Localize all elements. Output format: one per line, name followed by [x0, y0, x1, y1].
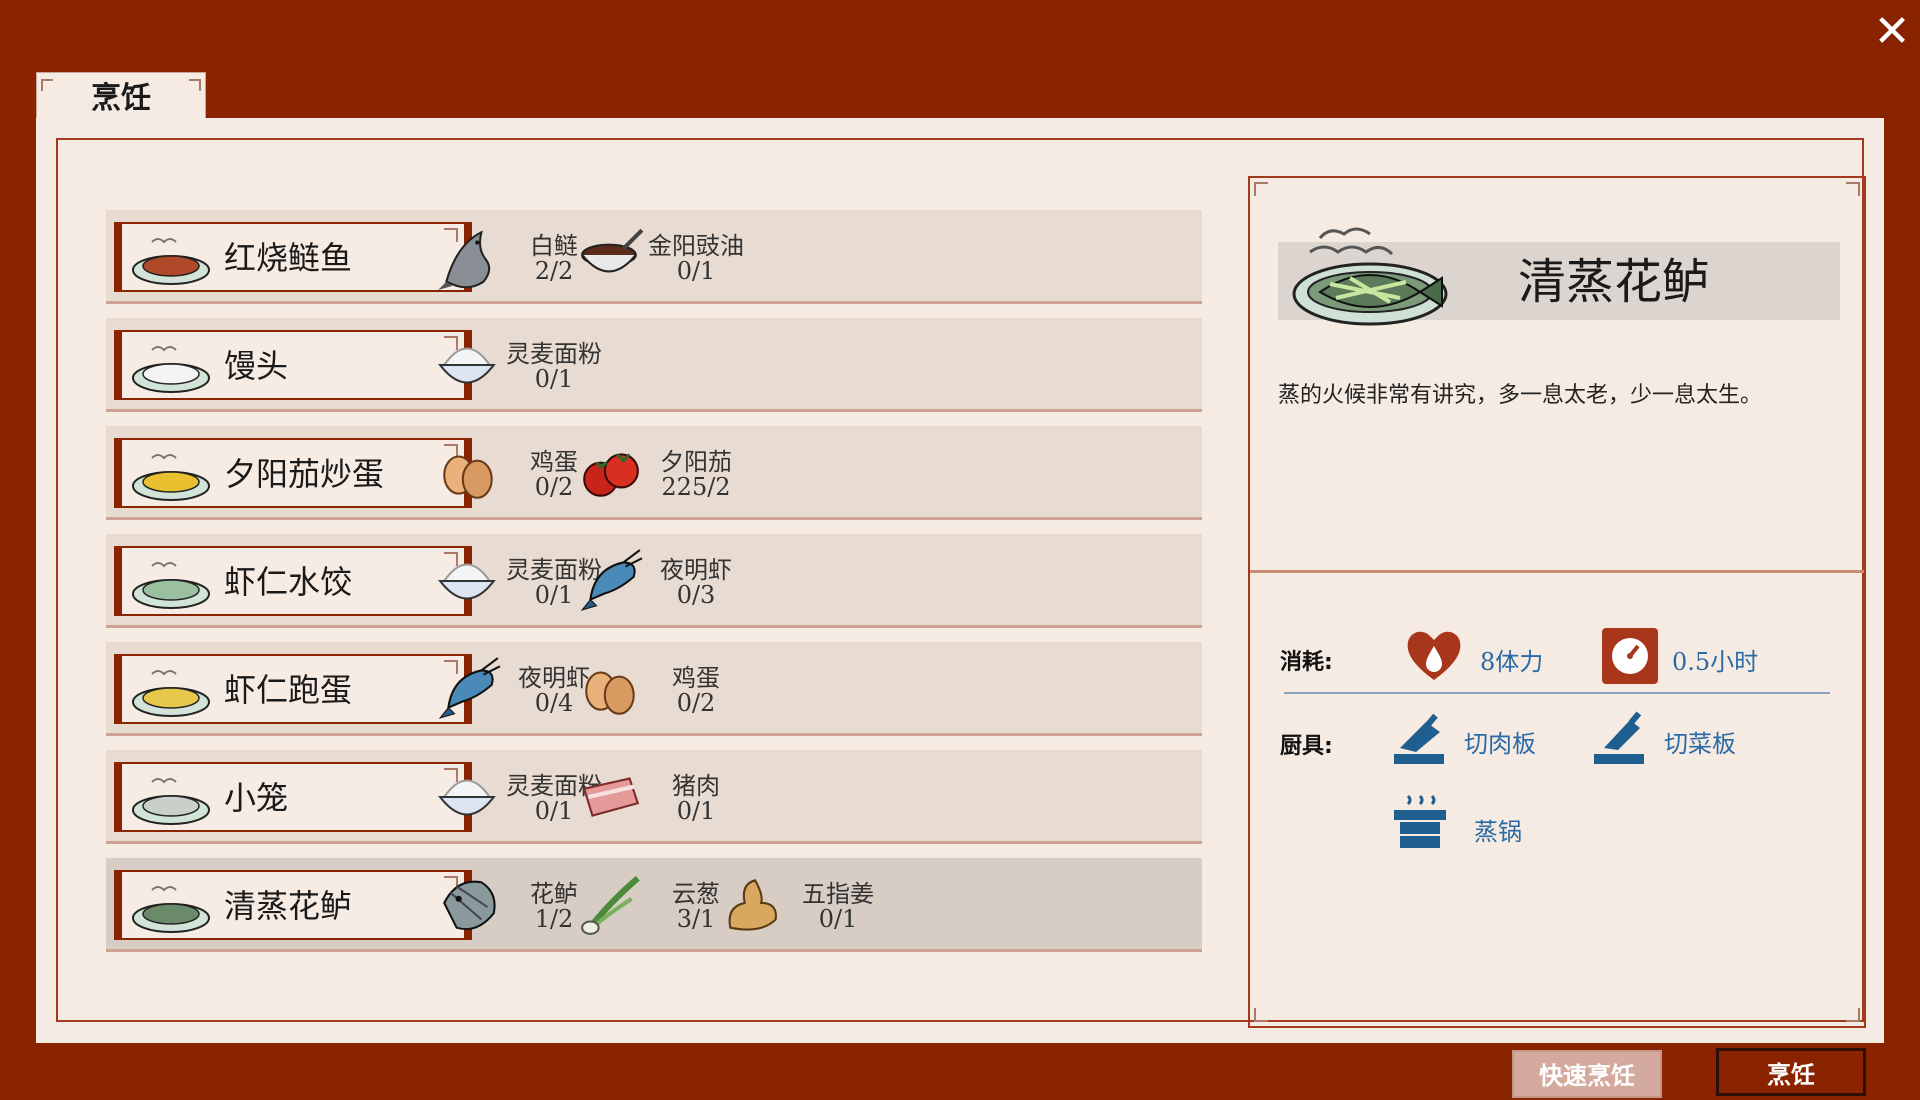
soy-sauce-bowl-icon — [581, 228, 644, 273]
ingredient-name: 五指姜 — [802, 880, 874, 908]
tab-corner-ornament — [189, 79, 201, 91]
tomato-icon — [583, 453, 639, 497]
pork-icon — [582, 777, 640, 817]
shrimp-icon — [438, 657, 501, 719]
recipe-row[interactable]: 红烧鲢鱼 白鲢 2/2 金阳豉油 0/1 — [106, 210, 1202, 304]
recipe-row[interactable]: 清蒸花鲈 花鲈 1/2 云葱 3/1 五指姜 0/1 — [106, 858, 1202, 952]
clock-time-icon — [1602, 628, 1658, 684]
recipe-list: 红烧鲢鱼 白鲢 2/2 金阳豉油 0/1 馒头 灵麦面粉 0/1 夕阳茄炒蛋 鸡蛋 0/2 夕阳茄 22… — [106, 210, 1202, 966]
section-divider — [1250, 570, 1864, 573]
recipe-name: 清蒸花鲈 — [224, 887, 353, 925]
recipe-name-box[interactable]: 小笼 — [114, 762, 472, 832]
tomato-egg-dish-icon — [132, 454, 210, 501]
ingredient-count: 0/1 — [676, 797, 716, 825]
shrimp-omelette-dish-icon — [132, 670, 210, 717]
dish-title: 清蒸花鲈 — [1518, 254, 1711, 310]
recipe-name: 小笼 — [224, 779, 289, 817]
steamed-bun-dish-icon — [132, 346, 210, 393]
tool-vegetable-board: 切菜板 — [1664, 730, 1736, 758]
ingredient-count: 0/1 — [818, 905, 858, 933]
ingredient-count: 0/1 — [534, 365, 574, 393]
vegetable-cutting-board-icon — [1594, 711, 1644, 764]
quick-cook-button[interactable]: 快速烹饪 — [1512, 1050, 1662, 1098]
meat-cutting-board-icon — [1394, 713, 1444, 764]
ingredient-name: 夜明虾 — [660, 556, 732, 584]
recipe-name-box[interactable]: 虾仁跑蛋 — [114, 654, 472, 724]
recipe-detail-panel: 清蒸花鲈 蒸的火候非常有讲究，多一息太老，少一息太生。 消耗: 8体力 0.5小… — [1248, 176, 1866, 1028]
cost-underline — [1284, 692, 1830, 694]
ingredient-name: 猪肉 — [672, 772, 720, 800]
tab-label: 烹饪 — [91, 81, 151, 116]
ingredient-name: 夕阳茄 — [660, 448, 732, 476]
recipe-row[interactable]: 馒头 灵麦面粉 0/1 — [106, 318, 1202, 412]
tool-meat-board: 切肉板 — [1464, 730, 1536, 758]
recipe-name: 虾仁水饺 — [224, 563, 353, 601]
recipe-name: 红烧鲢鱼 — [224, 239, 353, 277]
bass-fish-icon — [443, 880, 496, 931]
time-cost: 0.5小时 — [1672, 648, 1759, 676]
steamed-bass-dish-icon — [132, 886, 210, 933]
recipe-row[interactable]: 夕阳茄炒蛋 鸡蛋 0/2 夕阳茄 225/2 — [106, 426, 1202, 520]
tool-steamer: 蒸锅 — [1474, 818, 1522, 846]
dish-description: 蒸的火候非常有讲究，多一息太老，少一息太生。 — [1278, 383, 1763, 408]
braised-fish-dish-icon — [132, 238, 210, 285]
cost-label: 消耗: — [1280, 650, 1333, 675]
cooking-panel: 红烧鲢鱼 白鲢 2/2 金阳豉油 0/1 馒头 灵麦面粉 0/1 夕阳茄炒蛋 鸡蛋 0/2 夕阳茄 22… — [36, 118, 1884, 1098]
ingredient-name: 鸡蛋 — [672, 664, 720, 692]
cook-button[interactable]: 烹饪 — [1716, 1048, 1866, 1096]
recipe-name-box[interactable]: 红烧鲢鱼 — [114, 222, 472, 292]
shrimp-dumpling-dish-icon — [132, 562, 210, 609]
heart-stamina-icon — [1407, 631, 1461, 680]
ingredient-name: 灵麦面粉 — [506, 340, 602, 368]
egg-icon — [585, 671, 635, 715]
recipe-name: 馒头 — [224, 347, 289, 385]
ingredient-count: 0/3 — [676, 581, 716, 609]
tab-corner-ornament — [41, 79, 53, 91]
recipe-name-box[interactable]: 清蒸花鲈 — [114, 870, 472, 940]
recipe-name: 虾仁跑蛋 — [224, 671, 353, 709]
recipe-name-box[interactable]: 夕阳茄炒蛋 — [114, 438, 472, 508]
recipe-name-box[interactable]: 馒头 — [114, 330, 472, 400]
ingredient-name: 金阳豉油 — [648, 232, 744, 260]
steamed-bass-dish-icon — [1292, 227, 1448, 326]
shrimp-icon — [580, 549, 643, 611]
close-button[interactable]: ✕ — [1870, 10, 1914, 54]
recipe-row[interactable]: 虾仁跑蛋 夜明虾 0/4 鸡蛋 0/2 — [106, 642, 1202, 736]
corner-ornament — [1254, 1008, 1268, 1022]
egg-icon — [443, 455, 493, 499]
panel-frame: 红烧鲢鱼 白鲢 2/2 金阳豉油 0/1 馒头 灵麦面粉 0/1 夕阳茄炒蛋 鸡蛋 0/2 夕阳茄 22… — [56, 138, 1866, 1028]
scallion-icon — [581, 875, 640, 935]
recipe-row[interactable]: 小笼 灵麦面粉 0/1 猪肉 0/1 — [106, 750, 1202, 844]
ingredient-count: 0/1 — [676, 257, 716, 285]
ginger-icon — [728, 879, 777, 931]
flour-bowl-icon — [438, 563, 496, 600]
recipe-name: 夕阳茄炒蛋 — [224, 455, 385, 493]
tools-label: 厨具: — [1280, 734, 1333, 759]
corner-ornament — [1254, 182, 1268, 196]
corner-ornament — [1846, 1008, 1860, 1022]
flour-bowl-icon — [438, 779, 496, 816]
recipe-row[interactable]: 虾仁水饺 灵麦面粉 0/1 夜明虾 0/3 — [106, 534, 1202, 628]
ingredient-count: 225/2 — [661, 473, 731, 501]
corner-ornament — [1846, 182, 1860, 196]
fish-icon — [438, 230, 491, 290]
recipe-name-box[interactable]: 虾仁水饺 — [114, 546, 472, 616]
steamer-pot-icon — [1394, 794, 1446, 848]
flour-bowl-icon — [438, 347, 496, 384]
ingredient-count: 0/2 — [676, 689, 716, 717]
stamina-cost: 8体力 — [1480, 648, 1544, 676]
xiaolong-dish-icon — [132, 778, 210, 825]
tab-cooking[interactable]: 烹饪 — [36, 72, 206, 122]
